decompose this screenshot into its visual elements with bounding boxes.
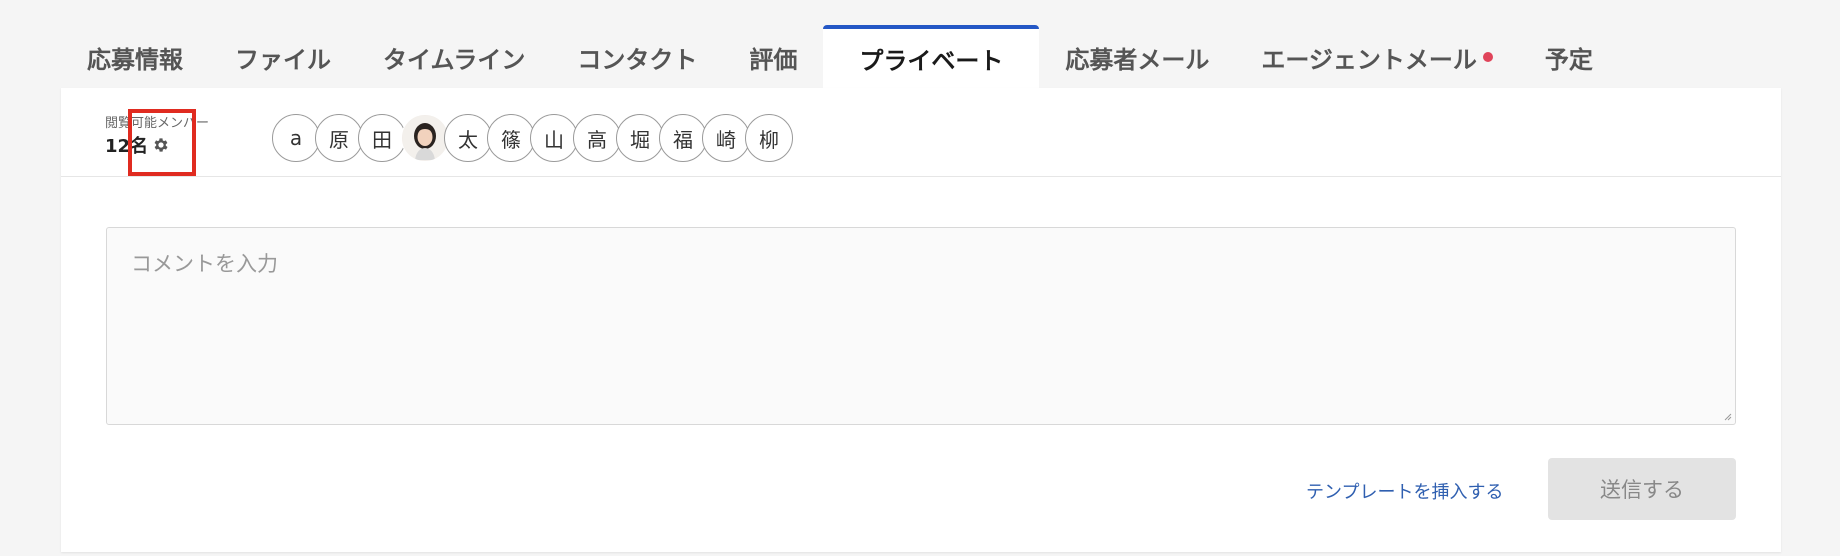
tab-label: 予定 [1544, 45, 1593, 74]
send-button[interactable]: 送信する [1548, 458, 1736, 520]
member-avatars: a 原 田 太 篠 山 高 堀 福 崎 柳 [272, 114, 793, 164]
avatar-initial: 高 [587, 127, 607, 152]
highlight-box [128, 109, 196, 176]
tab-schedule[interactable]: 予定 [1519, 26, 1619, 88]
tab-agent-mail[interactable]: エージェントメール [1235, 26, 1519, 88]
comment-input[interactable]: コメントを入力 [106, 227, 1736, 425]
avatar[interactable]: 田 [358, 114, 406, 162]
tab-private[interactable]: プライベート [823, 25, 1040, 88]
avatar[interactable]: a [272, 114, 320, 162]
avatar-initial: 原 [329, 127, 349, 152]
avatar[interactable]: 太 [444, 114, 492, 162]
avatar-initial: a [289, 126, 303, 150]
tab-label: エージェントメール [1261, 45, 1477, 74]
avatar-initial: 山 [544, 127, 564, 152]
avatar-initial: 福 [673, 127, 693, 152]
tab-label: 評価 [749, 45, 798, 74]
avatar[interactable]: 崎 [702, 114, 750, 162]
tab-evaluation[interactable]: 評価 [723, 26, 823, 88]
tab-applicant-mail[interactable]: 応募者メール [1039, 26, 1235, 88]
avatar[interactable]: 福 [659, 114, 707, 162]
avatar[interactable]: 山 [530, 114, 578, 162]
tab-label: 応募情報 [87, 45, 183, 74]
notification-dot [1482, 52, 1493, 62]
person-photo-icon [403, 116, 447, 160]
tab-label: コンタクト [577, 45, 698, 74]
avatar-photo[interactable] [401, 114, 449, 162]
tab-label: 応募者メール [1065, 45, 1210, 74]
avatar-initial: 篠 [501, 127, 521, 152]
tab-application-info[interactable]: 応募情報 [61, 26, 209, 88]
tab-timeline[interactable]: タイムライン [357, 26, 551, 88]
comment-placeholder: コメントを入力 [131, 252, 278, 276]
tab-label: ファイル [235, 45, 331, 74]
private-panel: 閲覧可能メンバー 12名 a 原 田 太 篠 山 高 堀 福 崎 柳 コメントを… [61, 88, 1781, 552]
avatar[interactable]: 原 [315, 114, 363, 162]
avatar[interactable]: 堀 [616, 114, 664, 162]
tab-contact[interactable]: コンタクト [551, 26, 723, 88]
tab-label: プライベート [859, 47, 1004, 75]
avatar[interactable]: 柳 [745, 114, 793, 162]
viewable-members-bar: 閲覧可能メンバー 12名 a 原 田 太 篠 山 高 堀 福 崎 柳 [61, 88, 1781, 177]
avatar[interactable]: 高 [573, 114, 621, 162]
insert-template-link[interactable]: テンプレートを挿入する [1306, 478, 1503, 504]
avatar-initial: 太 [458, 127, 478, 152]
resize-handle-icon[interactable] [1724, 413, 1732, 421]
avatar[interactable]: 篠 [487, 114, 535, 162]
avatar-initial: 柳 [759, 127, 779, 152]
avatar-initial: 田 [372, 127, 392, 152]
tab-label: タイムライン [383, 45, 526, 74]
avatar-initial: 堀 [630, 127, 650, 152]
tab-files[interactable]: ファイル [209, 26, 357, 88]
tab-bar: 応募情報 ファイル タイムライン コンタクト 評価 プライベート 応募者メール … [61, 25, 1619, 88]
avatar-initial: 崎 [716, 127, 736, 152]
